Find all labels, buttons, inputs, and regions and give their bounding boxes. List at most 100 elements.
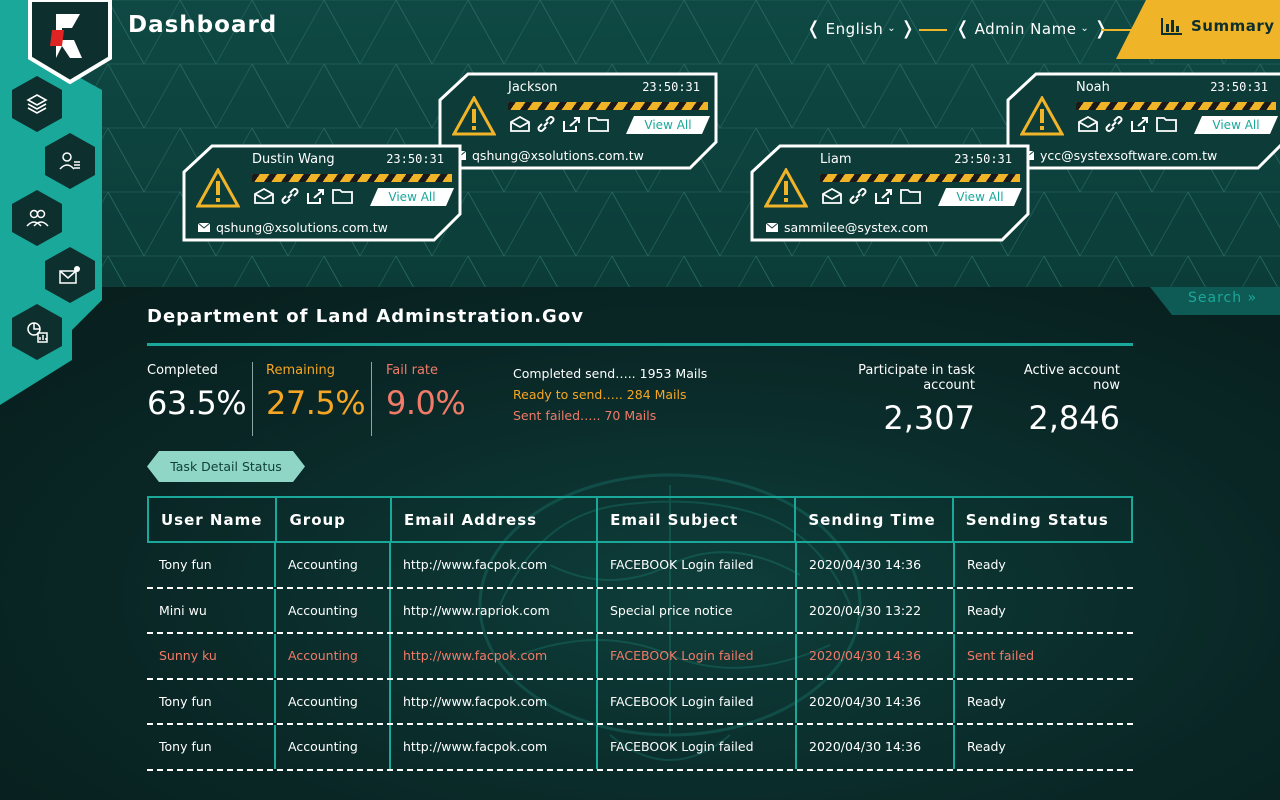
alert-card: Noah 23:50:31 View All ycc@systexsoftwar… [1006, 72, 1280, 172]
folder-icon[interactable] [900, 188, 921, 204]
sidebar-item-user-list[interactable] [45, 133, 95, 189]
cell-time: 2020/04/30 13:22 [797, 588, 955, 632]
column-header-user-name[interactable]: User Name [149, 498, 278, 541]
cell-status: Sent failed [967, 648, 1035, 664]
cell-time: 2020/04/30 14:36 [797, 634, 955, 678]
cell-status: Ready [967, 693, 1006, 709]
share-icon[interactable] [1130, 116, 1150, 132]
cell-subject: FACEBOOK Login failed [598, 725, 797, 769]
open-mail-icon[interactable] [1078, 115, 1098, 132]
cell-group: Accounting [276, 634, 391, 678]
sidebar-item-users[interactable] [12, 190, 62, 246]
alert-email: qshung@xsolutions.com.tw [454, 148, 644, 163]
search-button[interactable]: Search » [1188, 290, 1257, 306]
completed-stat: Completed 63.5% [147, 363, 247, 422]
page-title: Dashboard [128, 12, 278, 38]
hazard-stripe [820, 174, 1020, 182]
share-icon[interactable] [562, 116, 582, 132]
cell-subject: FACEBOOK Login failed [598, 679, 797, 723]
alert-email-text: sammilee@systex.com [784, 220, 929, 235]
hazard-stripe [1076, 102, 1276, 110]
column-header-group[interactable]: Group [277, 498, 393, 541]
table-header: User Name Group Email Address Email Subj… [147, 496, 1133, 543]
cell-user: Tony fun [147, 725, 276, 769]
header-divider [919, 29, 947, 31]
folder-icon[interactable] [588, 116, 609, 132]
cell-status: Ready [967, 739, 1006, 755]
summary-tab-label[interactable]: Summary [1161, 17, 1275, 35]
active-account-value: 2,846 [1028, 399, 1120, 437]
column-header-email-address[interactable]: Email Address [392, 498, 599, 541]
view-all-button[interactable]: View All [626, 116, 710, 134]
open-mail-icon[interactable] [510, 115, 530, 132]
sidebar-item-mail-settings[interactable] [45, 247, 95, 303]
share-icon[interactable] [874, 188, 894, 204]
warning-icon [196, 168, 240, 208]
link-icon[interactable] [1104, 116, 1124, 132]
alert-user-name: Liam [820, 152, 852, 167]
folder-icon[interactable] [332, 188, 353, 204]
cell-group: Accounting [276, 543, 391, 587]
column-header-email-subject[interactable]: Email Subject [598, 498, 797, 541]
users-icon [26, 209, 49, 227]
participate-value: 2,307 [883, 399, 975, 437]
warning-icon [452, 96, 496, 136]
column-header-sending-status[interactable]: Sending Status [954, 498, 1131, 541]
alert-card: Dustin Wang 23:50:31 View All qshung@xso… [182, 144, 462, 244]
table-row-failed[interactable]: Sunny ku Accounting http://www.facpok.co… [147, 634, 1133, 680]
cell-time: 2020/04/30 14:36 [797, 725, 955, 769]
completed-value: 63.5% [147, 384, 247, 422]
mail-settings-icon [59, 266, 80, 284]
table-row[interactable]: Mini wu Accounting http://www.rapriok.co… [147, 588, 1133, 634]
link-icon[interactable] [280, 188, 300, 204]
alert-time: 23:50:31 [642, 80, 700, 94]
cell-status: Ready [967, 557, 1006, 573]
task-table: User Name Group Email Address Email Subj… [147, 496, 1133, 771]
link-icon[interactable] [848, 188, 868, 204]
mail-summary: Completed send….. 1953 Mails Ready to se… [513, 363, 707, 426]
language-label: English [825, 19, 884, 38]
task-detail-status-button[interactable]: Task Detail Status [147, 451, 305, 482]
admin-selector[interactable]: ❬ Admin Name ⌄ ❭ [955, 18, 1109, 39]
participate-stat: Participate in task account 2,307 [819, 363, 975, 437]
mail-icon [198, 223, 210, 232]
view-all-button[interactable]: View All [370, 188, 454, 206]
summary-text: Summary [1191, 17, 1275, 35]
cell-email: http://www.facpok.com [391, 725, 598, 769]
link-icon[interactable] [536, 116, 556, 132]
active-account-label: Active account now [1023, 363, 1120, 393]
warning-icon [1020, 96, 1064, 136]
fail-rate-label: Fail rate [386, 363, 439, 378]
language-selector[interactable]: ❬ English ⌄ ❭ [806, 18, 916, 39]
chevron-down-icon: ⌄ [887, 23, 897, 34]
table-row[interactable]: Tony fun Accounting http://www.facpok.co… [147, 543, 1133, 589]
alert-user-name: Dustin Wang [252, 152, 335, 167]
cell-subject: FACEBOOK Login failed [598, 543, 797, 587]
table-row[interactable]: Tony fun Accounting http://www.facpok.co… [147, 725, 1133, 771]
folder-icon[interactable] [1156, 116, 1177, 132]
warning-icon [764, 168, 808, 208]
view-all-button[interactable]: View All [1194, 116, 1278, 134]
cell-email: http://www.facpok.com [391, 679, 598, 723]
department-title: Department of Land Adminstration.Gov [147, 306, 584, 327]
cell-user: Sunny ku [147, 634, 276, 678]
table-row[interactable]: Tony fun Accounting http://www.facpok.co… [147, 679, 1133, 725]
sidebar-item-layers[interactable] [12, 76, 62, 132]
share-icon[interactable] [306, 188, 326, 204]
sidebar-item-reports[interactable] [12, 304, 62, 360]
chevron-down-icon: ⌄ [1080, 23, 1090, 34]
cell-email: http://www.facpok.com [391, 634, 598, 678]
open-mail-icon[interactable] [254, 187, 274, 204]
user-list-icon [59, 152, 80, 170]
alert-time: 23:50:31 [954, 152, 1012, 166]
admin-label: Admin Name [974, 19, 1077, 38]
stat-divider [371, 362, 372, 436]
department-divider [147, 343, 1133, 346]
view-all-button[interactable]: View All [938, 188, 1022, 206]
column-header-sending-time[interactable]: Sending Time [796, 498, 954, 541]
cell-subject: Special price notice [598, 588, 797, 632]
open-mail-icon[interactable] [822, 187, 842, 204]
cell-group: Accounting [276, 725, 391, 769]
right-bracket-icon: ❭ [900, 18, 916, 39]
participate-label: Participate in task account [858, 363, 975, 393]
